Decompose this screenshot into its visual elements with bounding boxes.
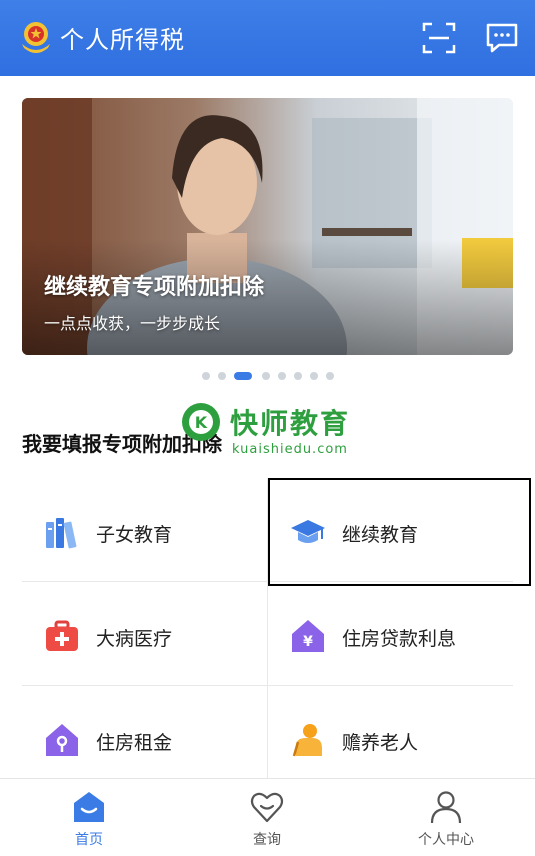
item-label: 住房贷款利息 <box>342 628 457 650</box>
books-icon <box>46 518 77 549</box>
item-label: 住房租金 <box>96 732 173 754</box>
tab-home[interactable]: 首页 <box>0 779 178 856</box>
house-loan-icon: ¥ <box>292 620 324 652</box>
bottom-tab-bar: 首页 查询 个人中心 <box>0 778 535 856</box>
tab-query[interactable]: 查询 <box>178 779 356 856</box>
main-content: 继续教育专项附加扣除 一点点收获，一步步成长 我要填报专项附加扣除 K 快师教育… <box>0 76 535 789</box>
house-rent-icon <box>46 724 78 756</box>
carousel-dot[interactable] <box>310 372 318 380</box>
banner-title: 继续教育专项附加扣除 <box>44 275 265 300</box>
watermark-logo-icon: K <box>182 403 220 441</box>
banner-subtitle: 一点点收获，一步步成长 <box>44 314 221 333</box>
carousel-indicator <box>0 370 535 382</box>
watermark-name: 快师教育 <box>230 407 351 440</box>
home-icon <box>74 792 104 822</box>
medical-kit-icon <box>46 620 78 651</box>
person-icon <box>430 791 462 824</box>
carousel-dot[interactable] <box>326 372 334 380</box>
carousel-dot-active[interactable] <box>234 372 252 380</box>
watermark-domain: kuaishiedu.com <box>232 442 348 457</box>
message-icon[interactable] <box>485 22 519 54</box>
elderly-icon <box>292 724 322 757</box>
item-housing-loan-interest[interactable]: ¥ 住房贷款利息 <box>268 582 513 685</box>
tax-emblem-icon <box>22 22 50 53</box>
item-serious-illness[interactable]: 大病医疗 <box>22 582 267 685</box>
promo-banner[interactable]: 继续教育专项附加扣除 一点点收获，一步步成长 <box>22 98 513 355</box>
tab-label: 个人中心 <box>418 832 474 848</box>
item-label: 子女教育 <box>96 524 173 546</box>
tab-personal-center[interactable]: 个人中心 <box>357 779 535 856</box>
item-elderly-support[interactable]: 赡养老人 <box>268 686 513 789</box>
item-children-education[interactable]: 子女教育 <box>22 478 267 581</box>
heart-query-icon <box>250 792 284 823</box>
grid-divider <box>22 685 513 686</box>
scan-icon[interactable] <box>422 21 456 55</box>
item-housing-rent[interactable]: 住房租金 <box>22 686 267 789</box>
app-header: 个人所得税 <box>0 0 535 76</box>
carousel-dot[interactable] <box>202 372 210 380</box>
tab-label: 查询 <box>253 832 281 848</box>
carousel-dot[interactable] <box>294 372 302 380</box>
item-label: 大病医疗 <box>96 628 173 650</box>
carousel-dot[interactable] <box>278 372 286 380</box>
svg-text:¥: ¥ <box>303 634 313 650</box>
tab-label: 首页 <box>75 832 103 848</box>
carousel-dot[interactable] <box>262 372 270 380</box>
item-label: 赡养老人 <box>342 732 419 754</box>
carousel-dot[interactable] <box>218 372 226 380</box>
svg-text:K: K <box>195 413 208 432</box>
highlight-box <box>268 478 531 586</box>
app-title: 个人所得税 <box>60 26 185 54</box>
